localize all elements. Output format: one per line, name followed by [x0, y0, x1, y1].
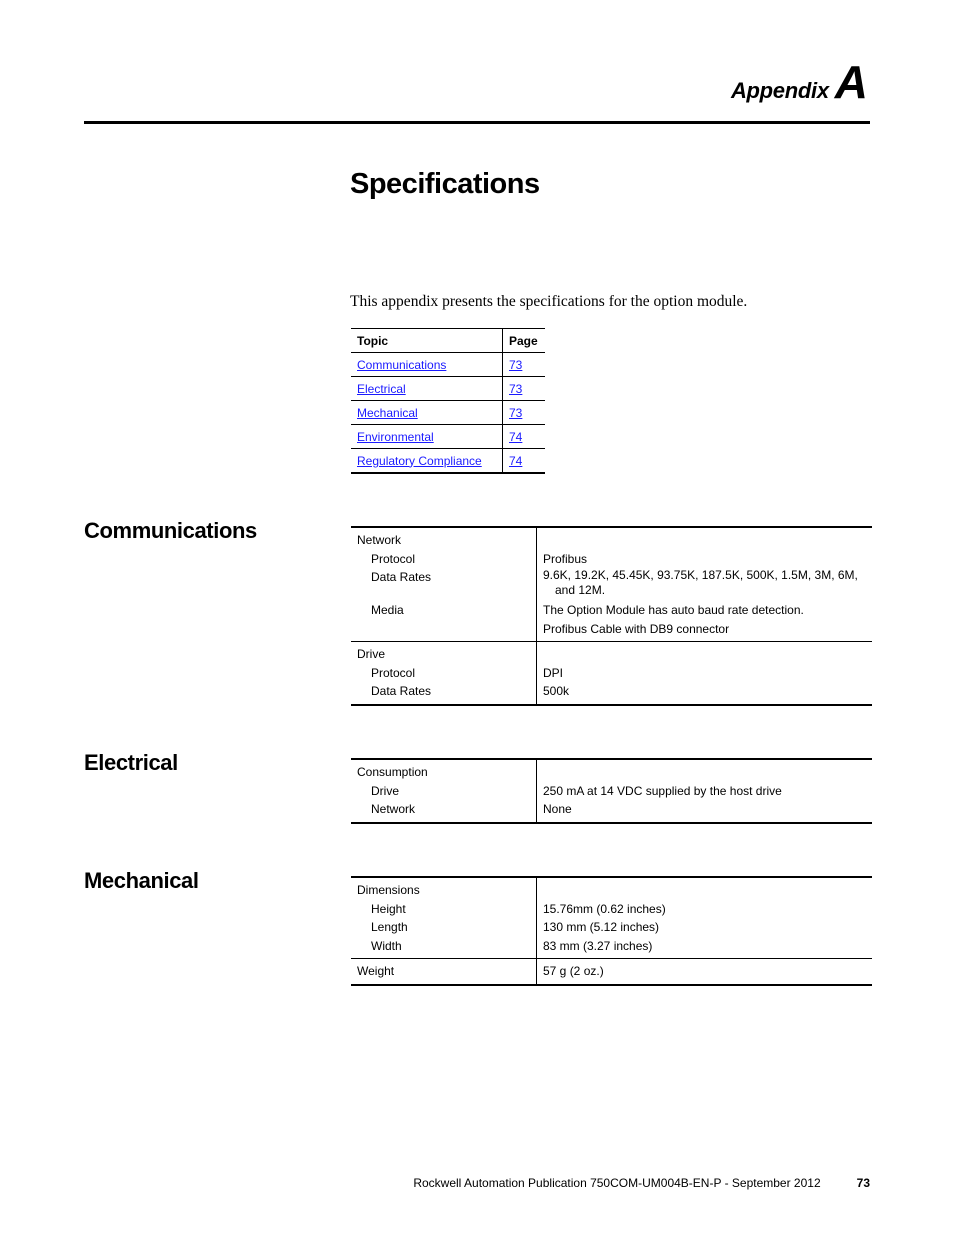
- page-link[interactable]: 73: [509, 382, 522, 396]
- table-row: Dimensions: [351, 877, 872, 900]
- length-value: 130 mm (5.12 inches): [543, 920, 660, 934]
- height-value: 15.76mm (0.62 inches): [543, 901, 666, 916]
- drive-label: Drive: [351, 641, 537, 664]
- network-label: Network: [371, 802, 416, 816]
- table-row: Consumption: [351, 759, 872, 782]
- table-row: Regulatory Compliance 74: [351, 448, 545, 474]
- page-footer: Rockwell Automation Publication 750COM-U…: [0, 1176, 870, 1190]
- media-value-2: Profibus Cable with DB9 connector: [543, 621, 730, 636]
- data-rates-value: 9.6K, 19.2K, 45.45K, 93.75K, 187.5K, 500…: [543, 568, 858, 597]
- page-link[interactable]: 74: [509, 430, 522, 444]
- drive-label: Drive: [371, 783, 400, 798]
- appendix-letter: A: [834, 56, 868, 108]
- page-link[interactable]: 73: [509, 358, 522, 372]
- table-row: Media The Option Module has auto baud ra…: [351, 601, 872, 620]
- protocol-value: Profibus: [543, 551, 588, 566]
- table-row: Environmental 74: [351, 424, 545, 449]
- data-rates-label: Data Rates: [371, 570, 432, 584]
- table-header-row: Topic Page: [351, 328, 545, 353]
- electrical-heading: Electrical: [84, 750, 178, 775]
- table-row: Protocol DPI: [351, 663, 872, 682]
- communications-heading: Communications: [84, 518, 257, 543]
- drive-protocol-value: DPI: [543, 665, 564, 680]
- mechanical-heading: Mechanical: [84, 868, 199, 893]
- table-row: Drive: [351, 641, 872, 664]
- appendix-heading: Appendix A: [730, 59, 868, 105]
- consumption-label: Consumption: [351, 759, 537, 782]
- table-row: Drive 250 mA at 14 VDC supplied by the h…: [351, 781, 872, 800]
- drive-data-rates-value: 500k: [543, 684, 570, 698]
- communications-table: Network Protocol Profibus Data Rates 9.6…: [351, 526, 872, 706]
- topic-link-mechanical[interactable]: Mechanical: [357, 406, 418, 420]
- width-value: 83 mm (3.27 inches): [543, 938, 653, 953]
- table-row: Electrical 73: [351, 376, 545, 401]
- electrical-table: Consumption Drive 250 mA at 14 VDC suppl…: [351, 758, 872, 824]
- media-value-1: The Option Module has auto baud rate det…: [543, 603, 804, 617]
- table-row: Width 83 mm (3.27 inches): [351, 936, 872, 959]
- page-link[interactable]: 73: [509, 406, 522, 420]
- topic-header: Topic: [351, 328, 503, 353]
- topic-table: Topic Page Communications 73 Electrical …: [351, 328, 545, 474]
- table-row: Data Rates 500k: [351, 682, 872, 705]
- media-label: Media: [371, 603, 404, 617]
- intro-text: This appendix presents the specification…: [350, 293, 748, 310]
- network-value: None: [543, 802, 572, 816]
- table-row: Protocol Profibus: [351, 549, 872, 568]
- publication-info: Rockwell Automation Publication 750COM-U…: [413, 1176, 821, 1190]
- protocol-label: Protocol: [371, 551, 416, 566]
- width-label: Width: [371, 938, 402, 953]
- header-rule: [84, 121, 870, 124]
- height-label: Height: [371, 901, 406, 916]
- table-row: Communications 73: [351, 352, 545, 377]
- table-row: Network: [351, 527, 872, 550]
- topic-link-communications[interactable]: Communications: [357, 358, 446, 372]
- network-label: Network: [351, 527, 537, 550]
- dimensions-label: Dimensions: [351, 877, 537, 900]
- table-row: Network None: [351, 800, 872, 823]
- table-row: Mechanical 73: [351, 400, 545, 425]
- page-title: Specifications: [350, 168, 540, 200]
- drive-value: 250 mA at 14 VDC supplied by the host dr…: [543, 783, 782, 798]
- drive-data-rates-label: Data Rates: [371, 684, 432, 698]
- page-number: 73: [856, 1176, 870, 1190]
- topic-link-electrical[interactable]: Electrical: [357, 382, 406, 396]
- topic-link-regulatory-compliance[interactable]: Regulatory Compliance: [357, 454, 482, 468]
- mechanical-table: Dimensions Height 15.76mm (0.62 inches) …: [351, 876, 872, 986]
- table-row: Data Rates 9.6K, 19.2K, 45.45K, 93.75K, …: [351, 568, 872, 601]
- weight-value: 57 g (2 oz.): [543, 964, 604, 978]
- page-header: Page: [502, 328, 545, 353]
- topic-link-environmental[interactable]: Environmental: [357, 430, 434, 444]
- table-row: Weight 57 g (2 oz.): [351, 958, 872, 985]
- weight-label: Weight: [351, 958, 537, 985]
- appendix-word: Appendix: [730, 78, 829, 103]
- table-row: Profibus Cable with DB9 connector: [351, 619, 872, 642]
- table-row: Length 130 mm (5.12 inches): [351, 918, 872, 937]
- drive-protocol-label: Protocol: [371, 665, 416, 680]
- length-label: Length: [371, 920, 408, 934]
- table-row: Height 15.76mm (0.62 inches): [351, 899, 872, 918]
- page-link[interactable]: 74: [509, 454, 522, 468]
